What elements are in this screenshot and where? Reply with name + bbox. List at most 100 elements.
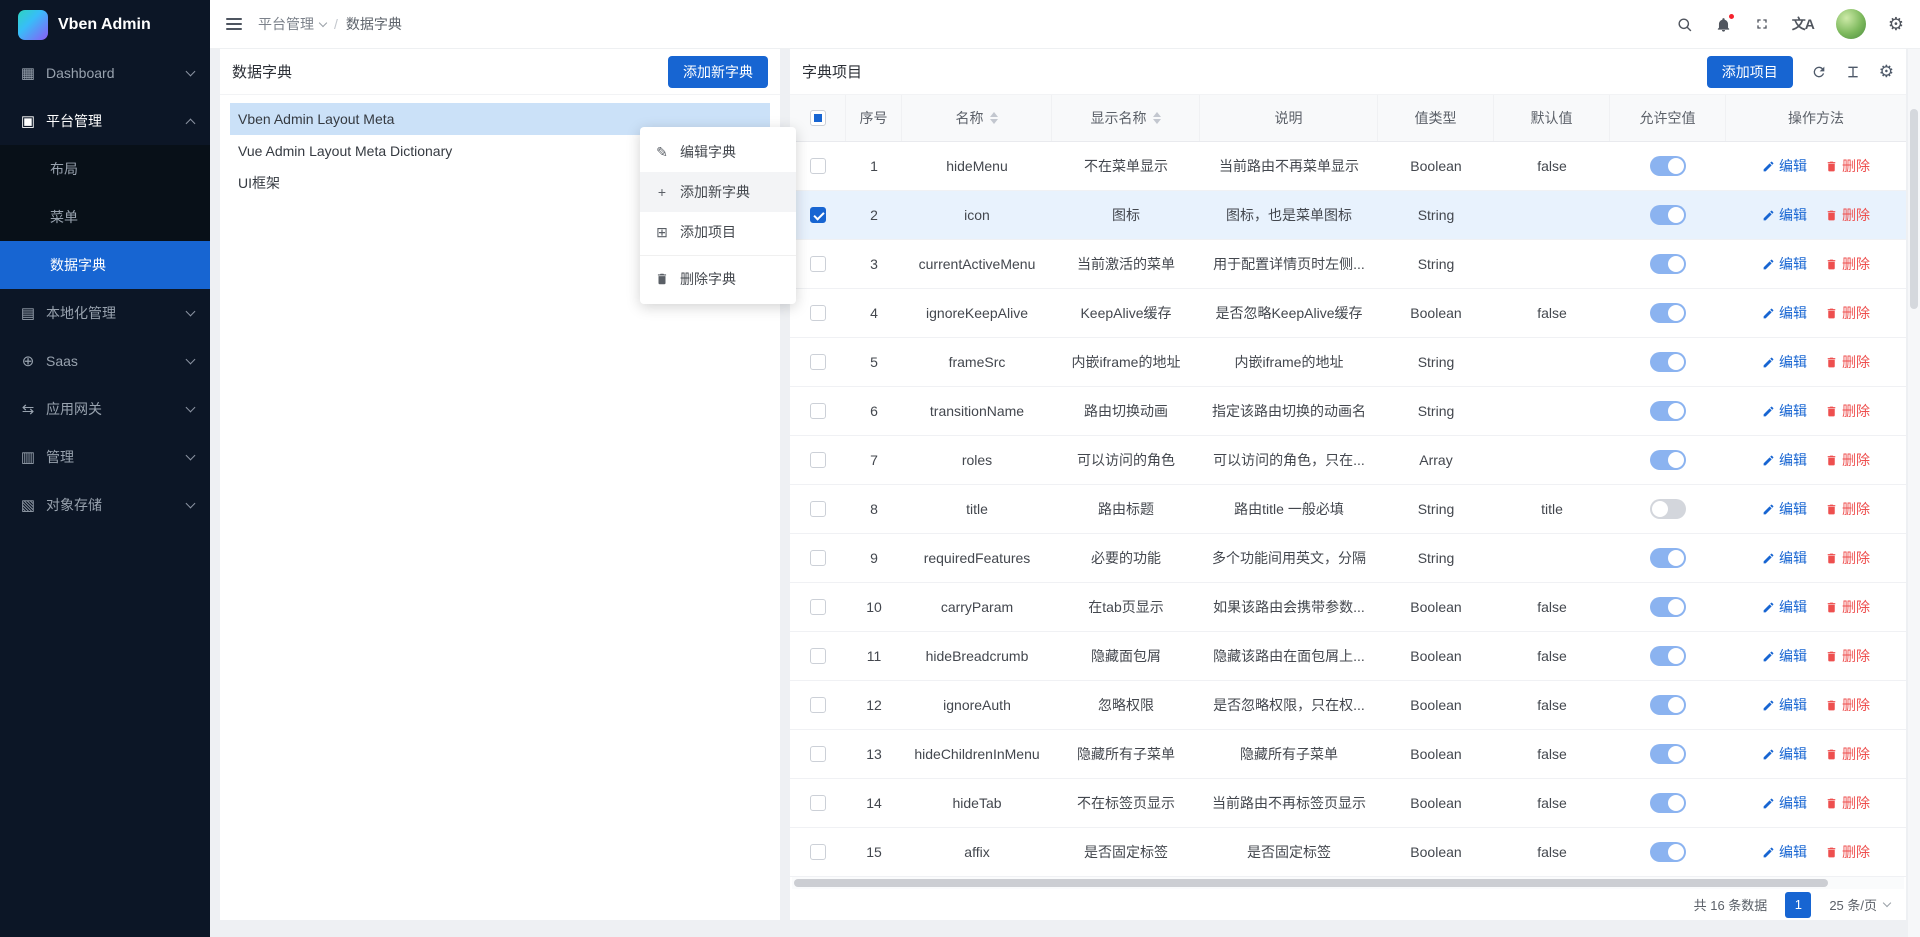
sidebar-item-platform-management[interactable]: ▣ 平台管理 xyxy=(0,97,210,145)
row-checkbox[interactable] xyxy=(810,746,826,762)
allow-null-toggle[interactable] xyxy=(1650,597,1686,617)
allow-null-toggle[interactable] xyxy=(1650,303,1686,323)
menu-item-edit-dictionary[interactable]: ✎ 编辑字典 xyxy=(640,132,796,172)
allow-null-toggle[interactable] xyxy=(1650,450,1686,470)
translate-icon[interactable]: 文A xyxy=(1792,14,1814,34)
edit-button[interactable]: 编辑 xyxy=(1762,450,1807,470)
allow-null-toggle[interactable] xyxy=(1650,499,1686,519)
row-checkbox[interactable] xyxy=(810,648,826,664)
delete-button[interactable]: 删除 xyxy=(1825,450,1870,470)
sidebar-item-localization[interactable]: ▤ 本地化管理 xyxy=(0,289,210,337)
page-vertical-scrollbar[interactable] xyxy=(1908,49,1920,937)
delete-button[interactable]: 删除 xyxy=(1825,254,1870,274)
row-checkbox[interactable] xyxy=(810,256,826,272)
row-checkbox[interactable] xyxy=(810,795,826,811)
edit-button[interactable]: 编辑 xyxy=(1762,548,1807,568)
allow-null-toggle[interactable] xyxy=(1650,548,1686,568)
edit-button[interactable]: 编辑 xyxy=(1762,793,1807,813)
add-item-button[interactable]: 添加项目 xyxy=(1707,56,1793,88)
allow-null-toggle[interactable] xyxy=(1650,793,1686,813)
row-checkbox[interactable] xyxy=(810,207,826,223)
edit-button[interactable]: 编辑 xyxy=(1762,646,1807,666)
app-logo[interactable]: Vben Admin xyxy=(0,0,210,49)
allow-null-toggle[interactable] xyxy=(1650,254,1686,274)
column-header-display-name[interactable]: 显示名称 xyxy=(1052,95,1200,141)
search-icon[interactable] xyxy=(1676,16,1693,33)
allow-null-toggle[interactable] xyxy=(1650,401,1686,421)
sidebar-item-menu[interactable]: 菜单 xyxy=(0,193,210,241)
sidebar-item-layout[interactable]: 布局 xyxy=(0,145,210,193)
sidebar-item-app-gateway[interactable]: ⇆ 应用网关 xyxy=(0,385,210,433)
settings-gear-icon[interactable]: ⚙ xyxy=(1888,15,1904,33)
delete-button[interactable]: 删除 xyxy=(1825,499,1870,519)
row-checkbox[interactable] xyxy=(810,697,826,713)
row-checkbox[interactable] xyxy=(810,599,826,615)
row-checkbox[interactable] xyxy=(810,158,826,174)
menu-fold-icon[interactable] xyxy=(226,18,242,30)
delete-button[interactable]: 删除 xyxy=(1825,303,1870,323)
breadcrumb-item-platform[interactable]: 平台管理 xyxy=(258,14,326,34)
sidebar-item-saas[interactable]: ⊕ Saas xyxy=(0,337,210,385)
edit-button[interactable]: 编辑 xyxy=(1762,352,1807,372)
sort-icons[interactable] xyxy=(990,112,998,124)
add-dictionary-button[interactable]: 添加新字典 xyxy=(668,56,768,88)
delete-button[interactable]: 删除 xyxy=(1825,646,1870,666)
edit-button[interactable]: 编辑 xyxy=(1762,695,1807,715)
row-checkbox[interactable] xyxy=(810,844,826,860)
column-header-seq[interactable]: 序号 xyxy=(846,95,902,141)
row-checkbox[interactable] xyxy=(810,305,826,321)
delete-button[interactable]: 删除 xyxy=(1825,548,1870,568)
column-header-value-type[interactable]: 值类型 xyxy=(1378,95,1494,141)
edit-button[interactable]: 编辑 xyxy=(1762,499,1807,519)
menu-item-add-new-dictionary[interactable]: + 添加新字典 xyxy=(640,172,796,212)
delete-button[interactable]: 删除 xyxy=(1825,401,1870,421)
allow-null-toggle[interactable] xyxy=(1650,352,1686,372)
delete-button[interactable]: 删除 xyxy=(1825,352,1870,372)
edit-button[interactable]: 编辑 xyxy=(1762,303,1807,323)
column-header-allow-null[interactable]: 允许空值 xyxy=(1610,95,1726,141)
row-height-icon[interactable] xyxy=(1845,64,1861,80)
edit-button[interactable]: 编辑 xyxy=(1762,744,1807,764)
page-size-select[interactable]: 25 条/页 xyxy=(1829,895,1890,914)
sidebar-item-data-dictionary[interactable]: 数据字典 xyxy=(0,241,210,289)
select-all-checkbox[interactable] xyxy=(810,110,826,126)
allow-null-toggle[interactable] xyxy=(1650,646,1686,666)
edit-button[interactable]: 编辑 xyxy=(1762,842,1807,862)
column-header-name[interactable]: 名称 xyxy=(902,95,1052,141)
column-settings-gear-icon[interactable]: ⚙ xyxy=(1879,63,1894,80)
delete-button[interactable]: 删除 xyxy=(1825,744,1870,764)
column-header-actions[interactable]: 操作方法 xyxy=(1726,95,1906,141)
row-checkbox[interactable] xyxy=(810,354,826,370)
row-checkbox[interactable] xyxy=(810,403,826,419)
user-avatar[interactable] xyxy=(1836,9,1866,39)
row-checkbox[interactable] xyxy=(810,452,826,468)
scrollbar-thumb[interactable] xyxy=(794,879,1828,887)
delete-button[interactable]: 删除 xyxy=(1825,597,1870,617)
refresh-icon[interactable] xyxy=(1811,64,1827,80)
sidebar-item-object-storage[interactable]: ▧ 对象存储 xyxy=(0,481,210,529)
allow-null-toggle[interactable] xyxy=(1650,842,1686,862)
row-checkbox[interactable] xyxy=(810,550,826,566)
edit-button[interactable]: 编辑 xyxy=(1762,205,1807,225)
allow-null-toggle[interactable] xyxy=(1650,205,1686,225)
table-horizontal-scrollbar[interactable] xyxy=(792,877,1904,889)
menu-item-delete-dictionary[interactable]: 删除字典 xyxy=(640,259,796,299)
edit-button[interactable]: 编辑 xyxy=(1762,401,1807,421)
scrollbar-thumb[interactable] xyxy=(1910,109,1918,309)
row-checkbox[interactable] xyxy=(810,501,826,517)
page-number-button[interactable]: 1 xyxy=(1785,892,1811,918)
delete-button[interactable]: 删除 xyxy=(1825,156,1870,176)
sidebar-item-dashboard[interactable]: ▦ Dashboard xyxy=(0,49,210,97)
column-header-description[interactable]: 说明 xyxy=(1200,95,1378,141)
sidebar-item-management[interactable]: ▥ 管理 xyxy=(0,433,210,481)
notification-bell-icon[interactable] xyxy=(1715,16,1732,33)
delete-button[interactable]: 删除 xyxy=(1825,205,1870,225)
allow-null-toggle[interactable] xyxy=(1650,695,1686,715)
menu-item-add-item[interactable]: ⊞ 添加项目 xyxy=(640,212,796,252)
edit-button[interactable]: 编辑 xyxy=(1762,597,1807,617)
allow-null-toggle[interactable] xyxy=(1650,744,1686,764)
column-header-default-value[interactable]: 默认值 xyxy=(1494,95,1610,141)
delete-button[interactable]: 删除 xyxy=(1825,793,1870,813)
edit-button[interactable]: 编辑 xyxy=(1762,254,1807,274)
allow-null-toggle[interactable] xyxy=(1650,156,1686,176)
